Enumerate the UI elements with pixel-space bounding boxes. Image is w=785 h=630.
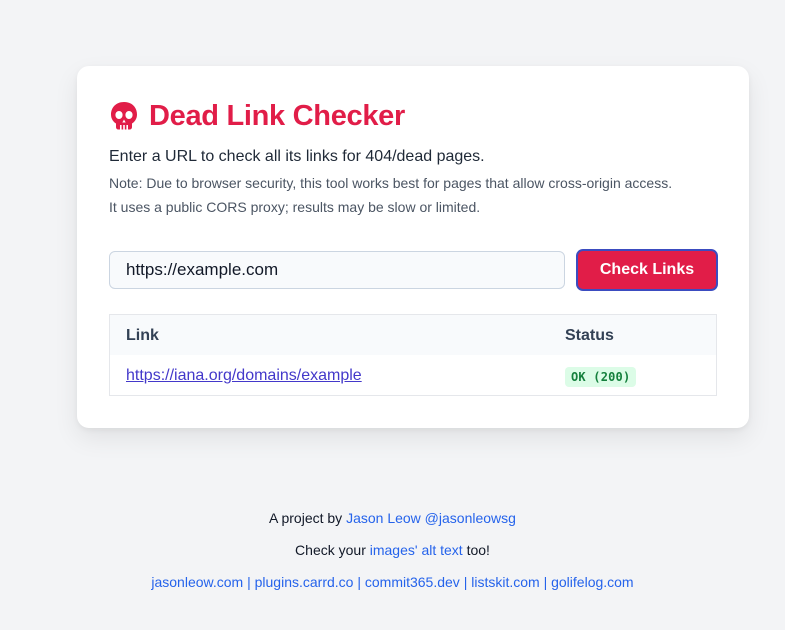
author-link[interactable]: Jason Leow @jasonleowsg <box>346 510 516 526</box>
footer-links: jasonleow.com | plugins.carrd.co | commi… <box>0 574 785 590</box>
footer-link[interactable]: plugins.carrd.co <box>255 574 354 590</box>
note-text: It uses a public CORS proxy; results may… <box>109 199 481 215</box>
footer-link[interactable]: golifelog.com <box>551 574 634 590</box>
footer-separator: | <box>243 574 255 590</box>
status-badge: OK (200) <box>565 367 637 387</box>
title-row: Dead Link Checker <box>109 98 405 134</box>
footer-separator: | <box>459 574 472 590</box>
column-header-link: Link <box>126 327 159 344</box>
checker-card: Dead Link Checker Enter a URL to check a… <box>77 66 749 428</box>
intro-text: Enter a URL to check all its links for 4… <box>109 148 485 165</box>
footer-credit: A project by Jason Leow @jasonleowsg <box>0 510 785 526</box>
results-table: Link Status https://iana.org/domains/exa… <box>109 314 717 396</box>
page-title: Dead Link Checker <box>149 99 405 132</box>
skull-icon <box>109 101 139 131</box>
footer-promo: Check your images' alt text too! <box>0 542 785 558</box>
footer-link[interactable]: commit365.dev <box>365 574 460 590</box>
footer-promo-suffix: too! <box>462 542 490 558</box>
note-text: Note: Due to browser security, this tool… <box>109 175 673 191</box>
footer-separator: | <box>539 574 552 590</box>
footer-promo-prefix: Check your <box>295 542 370 558</box>
column-header-status: Status <box>565 327 614 344</box>
table-row: https://iana.org/domains/example OK (200… <box>110 355 716 395</box>
footer-link[interactable]: listskit.com <box>471 574 539 590</box>
table-header: Link Status <box>110 315 716 355</box>
footer-link[interactable]: jasonleow.com <box>151 574 243 590</box>
result-link[interactable]: https://iana.org/domains/example <box>126 367 362 385</box>
url-input[interactable] <box>109 251 565 289</box>
footer-credit-text: A project by <box>269 510 347 526</box>
footer-separator: | <box>353 574 365 590</box>
alt-text-link[interactable]: images' alt text <box>370 542 463 558</box>
check-links-button[interactable]: Check Links <box>576 249 718 291</box>
